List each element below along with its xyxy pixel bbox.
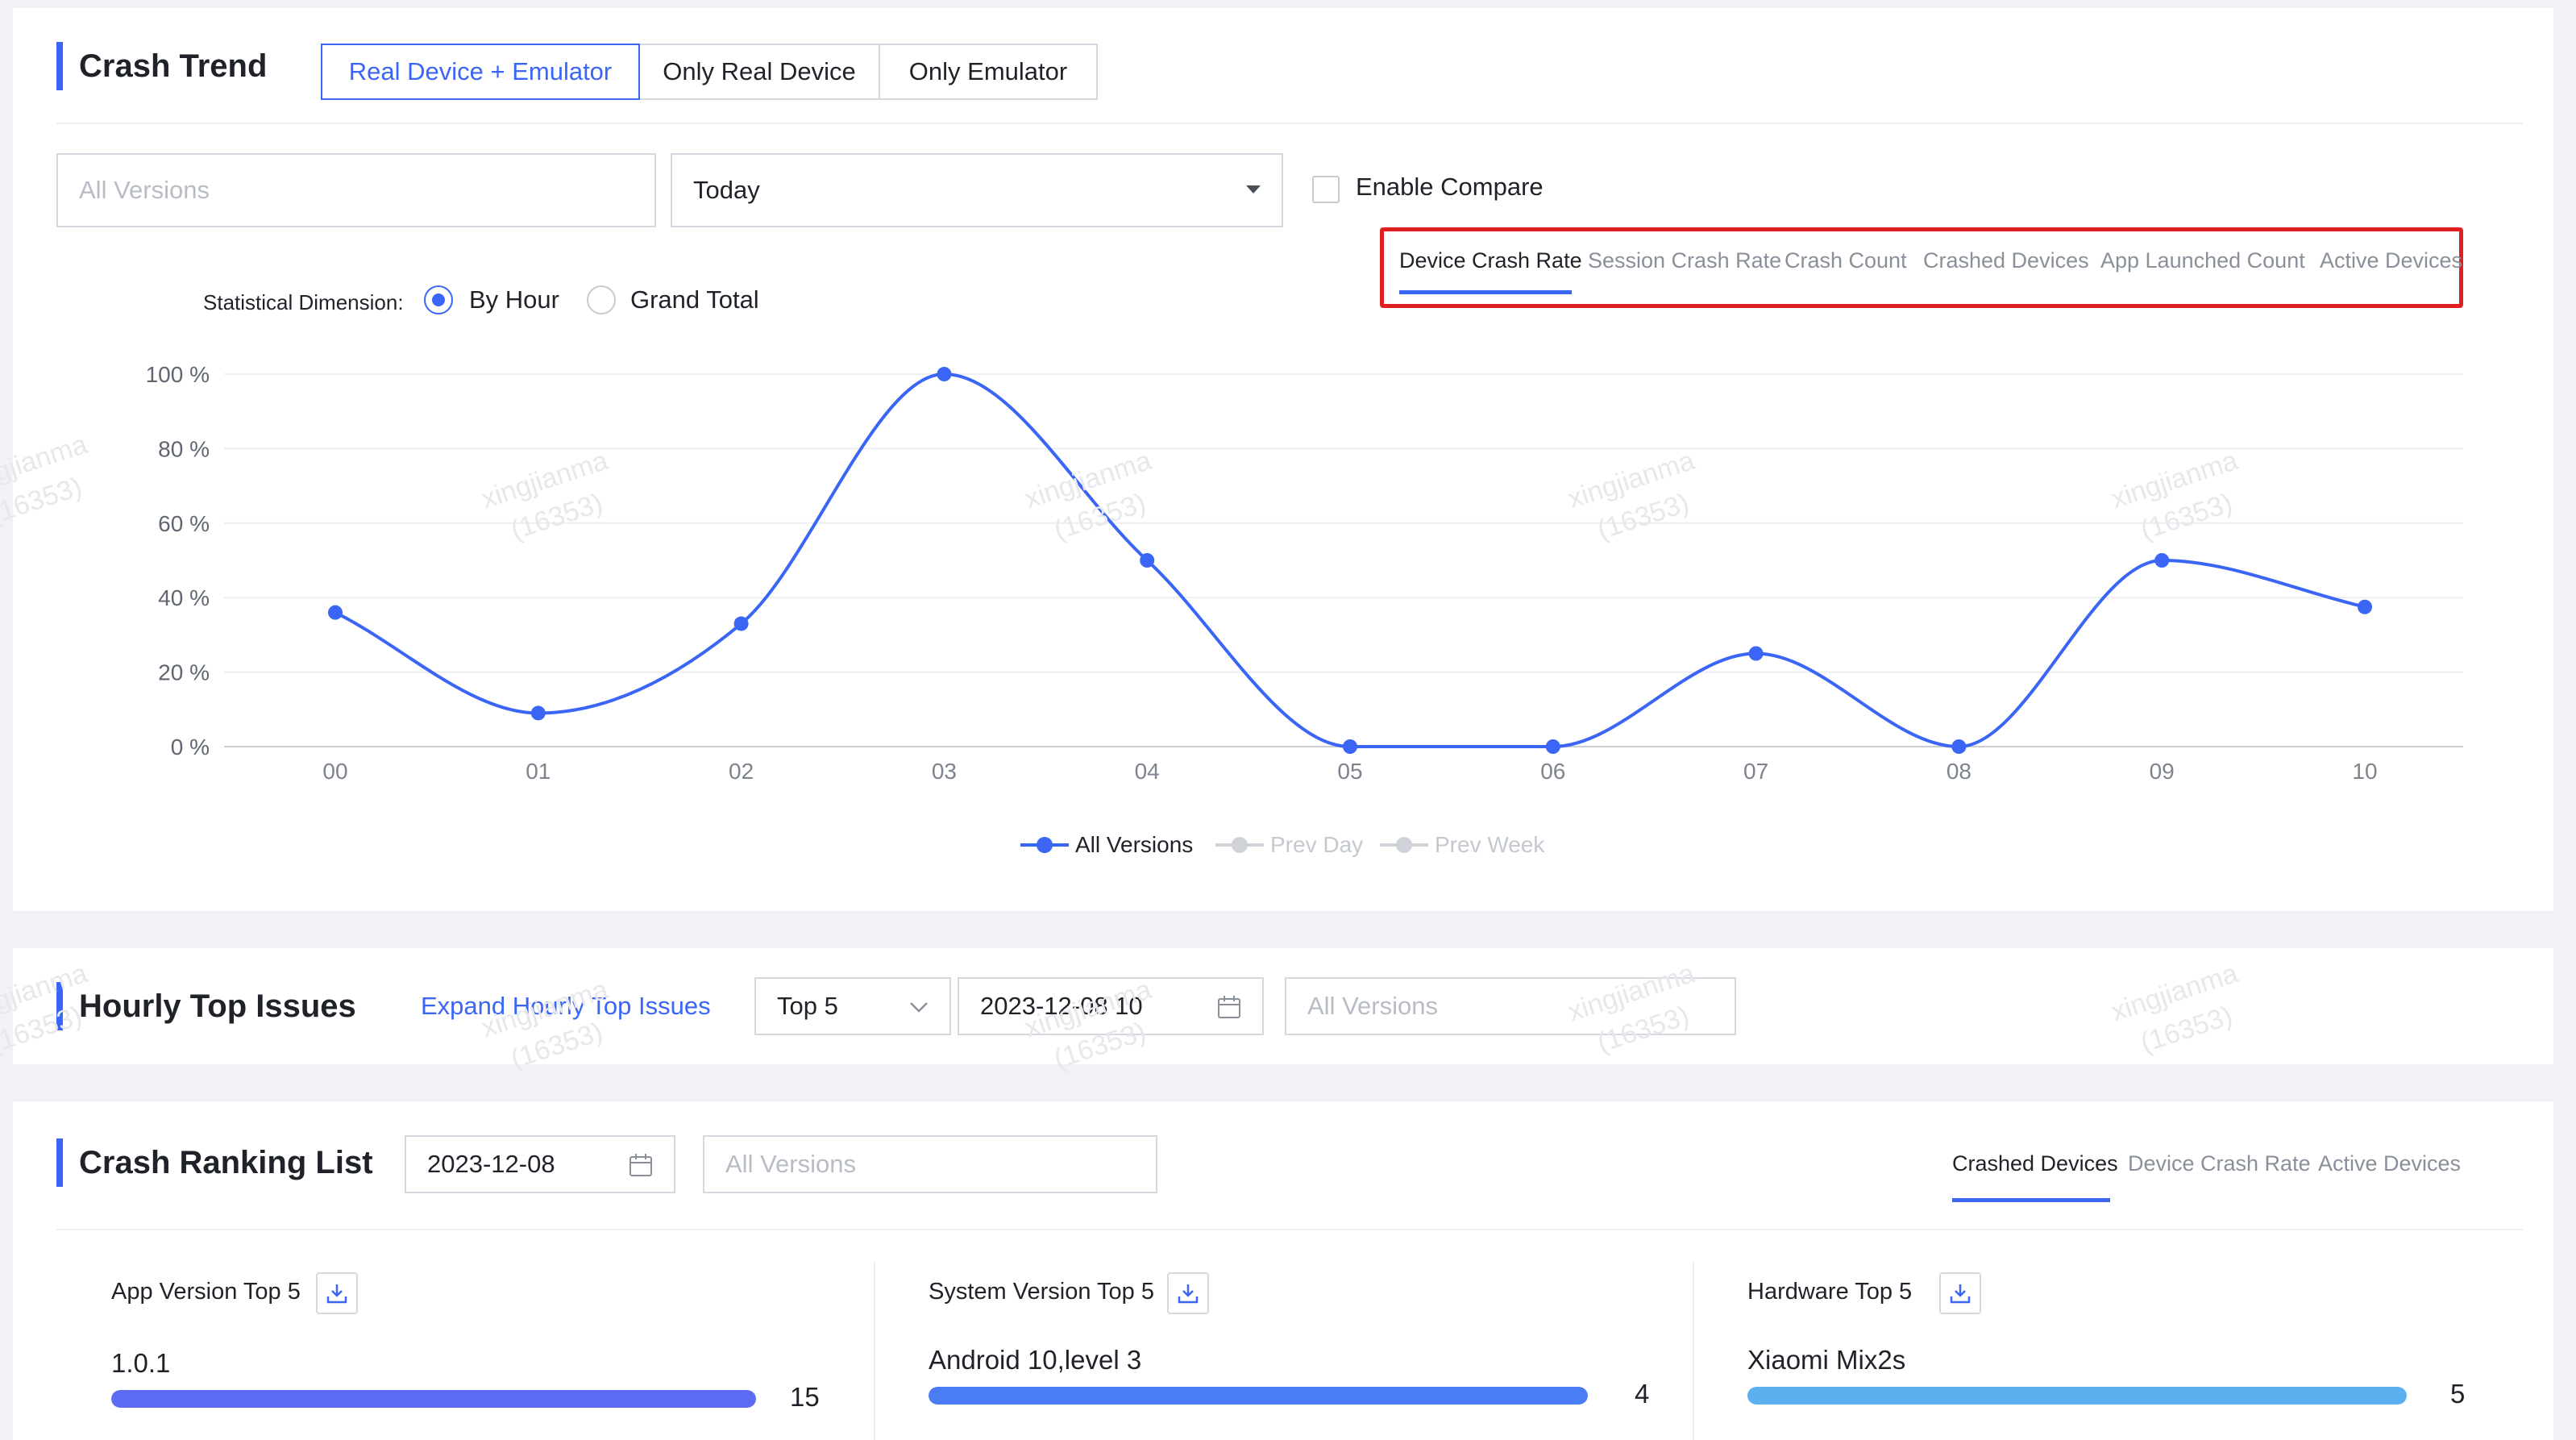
- legend-line-icon: [1380, 837, 1428, 853]
- download-icon: [1178, 1284, 1199, 1304]
- hourly-versions-placeholder: All Versions: [1307, 992, 1438, 1020]
- x-tick-label: 09: [2150, 759, 2175, 784]
- system-version-top-title: System Version Top 5: [929, 1279, 1154, 1305]
- data-point: [1140, 553, 1155, 568]
- hardware-bar: [1747, 1387, 2407, 1405]
- legend-prev-week-label: Prev Week: [1435, 832, 1545, 857]
- system-version-bar-fill: [929, 1387, 1588, 1405]
- hardware-bar-fill: [1747, 1387, 2407, 1405]
- x-tick-label: 07: [1743, 759, 1768, 784]
- legend-all-versions-label: All Versions: [1075, 832, 1194, 857]
- legend-all-versions[interactable]: All Versions: [1020, 832, 1193, 858]
- x-tick-label: 02: [729, 759, 754, 784]
- y-tick-label: 60 %: [158, 511, 210, 536]
- app-version-bar: [111, 1390, 756, 1408]
- chevron-down-icon: [910, 1002, 928, 1013]
- hardware-item-value: 5: [2450, 1379, 2466, 1409]
- download-icon: [326, 1284, 347, 1304]
- crash-ranking-title: Crash Ranking List: [56, 1138, 373, 1187]
- app-version-item-value: 15: [790, 1382, 820, 1412]
- ranking-tab-underline: [1952, 1198, 2110, 1202]
- data-point: [1343, 739, 1357, 754]
- series-line: [334, 372, 2366, 749]
- download-system-version-button[interactable]: [1167, 1272, 1209, 1314]
- system-version-bar: [929, 1387, 1588, 1405]
- ranking-divider: [56, 1229, 2523, 1230]
- data-point: [1748, 646, 1764, 661]
- legend-line-icon: [1020, 837, 1069, 853]
- watermark: xingjianma (16353): [1564, 957, 1699, 1059]
- download-app-version-button[interactable]: [316, 1272, 358, 1314]
- x-tick-label: 08: [1947, 759, 1971, 784]
- crash-trend-card: Crash Trend Real Device + Emulator Only …: [0, 8, 2553, 911]
- download-hardware-button[interactable]: [1939, 1272, 1981, 1314]
- legend-prev-week[interactable]: Prev Week: [1380, 832, 1544, 858]
- x-tick-label: 05: [1337, 759, 1362, 784]
- x-tick-label: 04: [1135, 759, 1160, 784]
- data-point: [530, 705, 546, 721]
- legend-prev-day-label: Prev Day: [1270, 832, 1364, 857]
- x-tick-label: 01: [526, 759, 551, 784]
- y-tick-label: 100 %: [146, 362, 210, 387]
- data-point: [937, 367, 952, 381]
- download-icon: [1950, 1284, 1971, 1304]
- x-tick-label: 03: [932, 759, 957, 784]
- calendar-icon: [629, 1154, 652, 1176]
- calendar-icon: [1218, 996, 1240, 1018]
- data-point: [2358, 599, 2372, 614]
- app-version-top-title: App Version Top 5: [111, 1279, 301, 1305]
- x-tick-label: 10: [2352, 759, 2377, 784]
- y-tick-label: 80 %: [158, 436, 210, 461]
- ranking-tab-active-devices[interactable]: Active Devices: [2318, 1151, 2461, 1176]
- app-version-bar-fill: [111, 1390, 756, 1408]
- data-point: [733, 616, 749, 631]
- y-tick-label: 0 %: [171, 735, 210, 760]
- hardware-item-label: Xiaomi Mix2s: [1747, 1345, 1906, 1375]
- hardware-top-title: Hardware Top 5: [1747, 1279, 1913, 1305]
- ranking-date-value: 2023-12-08: [427, 1150, 555, 1178]
- app-version-item-label: 1.0.1: [111, 1348, 171, 1378]
- ranking-tab-crashed-devices[interactable]: Crashed Devices: [1952, 1151, 2118, 1176]
- ranking-versions-input[interactable]: All Versions: [703, 1135, 1157, 1193]
- top-n-select[interactable]: Top 5: [754, 977, 951, 1035]
- data-point: [2154, 553, 2170, 568]
- hourly-top-card: Hourly Top Issues Expand Hourly Top Issu…: [0, 948, 2553, 1075]
- data-point: [328, 605, 343, 620]
- watermark: xingjianma (16353): [477, 973, 613, 1076]
- ranking-date-picker[interactable]: 2023-12-08: [405, 1135, 675, 1193]
- data-point: [1951, 739, 1967, 754]
- filter-real-and-emulator[interactable]: Real Device + Emulator: [321, 44, 640, 100]
- y-tick-label: 40 %: [158, 585, 210, 610]
- system-version-item-label: Android 10,level 3: [929, 1345, 1142, 1375]
- ranking-versions-placeholder: All Versions: [725, 1150, 856, 1178]
- watermark: xingjianma (16353): [2107, 957, 2242, 1059]
- system-version-item-value: 4: [1635, 1379, 1650, 1409]
- watermark: xingjianma (16353): [0, 957, 92, 1059]
- x-tick-label: 06: [1540, 759, 1565, 784]
- crash-ranking-card: Crash Ranking List 2023-12-08 All Versio…: [13, 1101, 2553, 1440]
- column-divider: [1693, 1263, 1694, 1440]
- legend-prev-day[interactable]: Prev Day: [1215, 832, 1363, 858]
- ranking-tab-device-crash-rate[interactable]: Device Crash Rate: [2128, 1151, 2311, 1176]
- x-tick-label: 00: [322, 759, 347, 784]
- column-divider: [874, 1263, 875, 1440]
- y-tick-label: 20 %: [158, 660, 210, 685]
- top-n-value: Top 5: [777, 992, 838, 1020]
- legend-line-icon: [1215, 837, 1264, 853]
- data-point: [1545, 739, 1560, 754]
